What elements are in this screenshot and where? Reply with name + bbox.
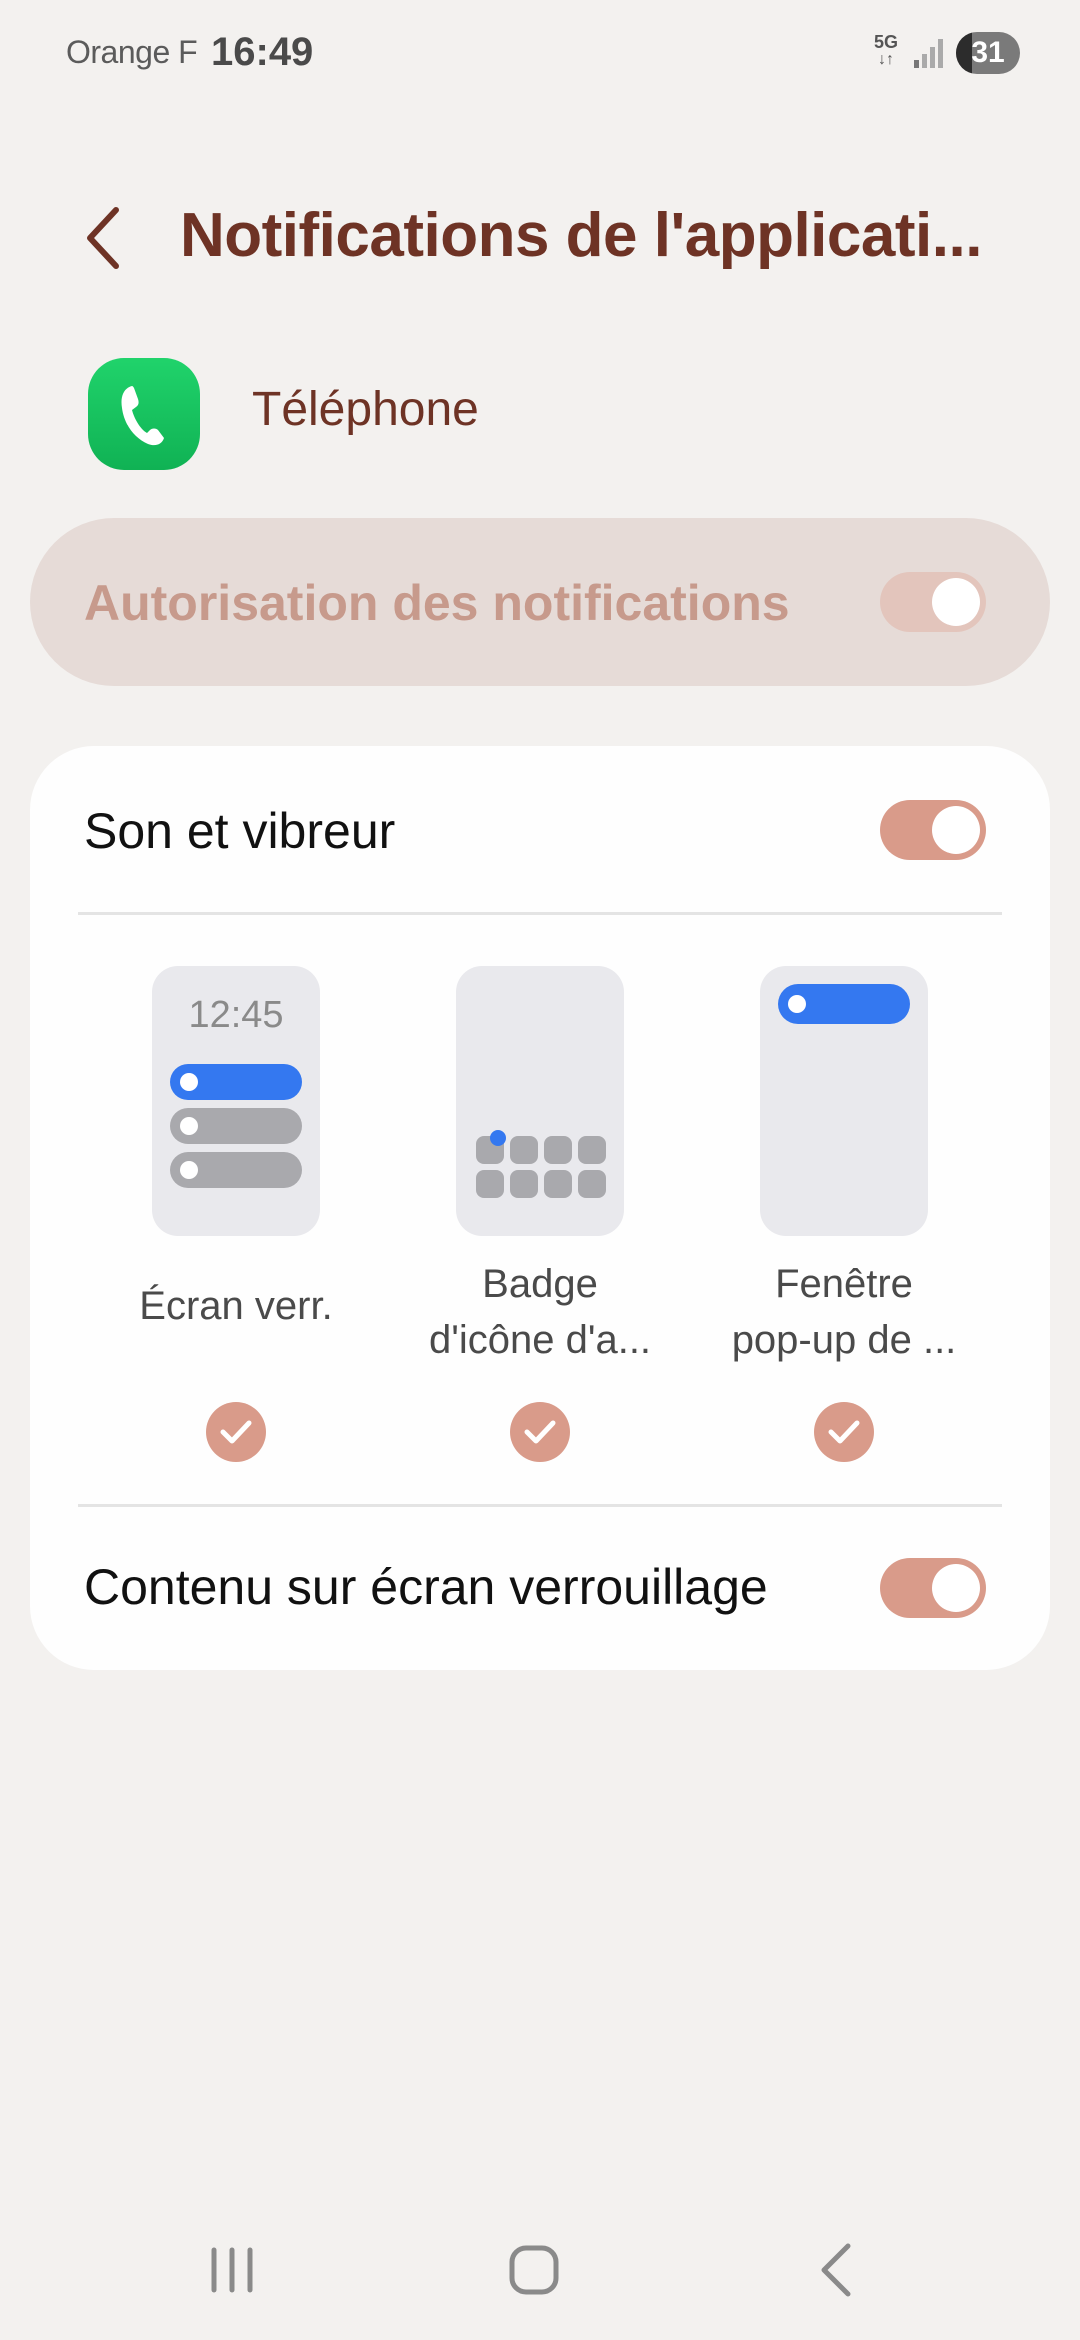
back-button[interactable] bbox=[70, 198, 140, 278]
sound-vibrate-label: Son et vibreur bbox=[84, 803, 396, 859]
option-label: Écran verr. bbox=[139, 1284, 333, 1328]
checkmark-icon bbox=[524, 1420, 556, 1444]
page-title: Notifications de l'applicati... bbox=[180, 201, 982, 270]
preview-time: 12:45 bbox=[188, 994, 284, 1036]
allow-notifications-row[interactable]: Autorisation des notifications bbox=[30, 518, 1050, 686]
divider bbox=[78, 912, 1002, 915]
lock-screen-content-toggle[interactable] bbox=[880, 1558, 986, 1618]
recents-button[interactable] bbox=[182, 2220, 282, 2320]
screen: Orange F 16:49 5G ↓↑ 31 Notifications de … bbox=[0, 0, 1080, 2340]
battery-level: 31 bbox=[971, 36, 1005, 69]
allow-notifications-label: Autorisation des notifications bbox=[84, 575, 790, 631]
app-name: Téléphone bbox=[252, 383, 479, 436]
preview-popup-bar bbox=[778, 984, 910, 1024]
preview-notification-bar bbox=[170, 1152, 302, 1188]
popup-preview bbox=[760, 966, 928, 1236]
preview-notification-bar bbox=[170, 1108, 302, 1144]
checkmark-icon bbox=[828, 1420, 860, 1444]
checkmark-icon bbox=[220, 1420, 252, 1444]
lock-screen-check[interactable] bbox=[206, 1402, 266, 1462]
badge-preview bbox=[456, 966, 624, 1236]
notification-settings-card: Son et vibreur 12:45 Écran verr. Badge d… bbox=[30, 746, 1050, 1670]
chevron-left-icon bbox=[87, 207, 119, 269]
allow-notifications-toggle[interactable] bbox=[880, 572, 986, 632]
phone-icon bbox=[121, 386, 164, 446]
option-label: Badge d'icône d'a... bbox=[428, 1262, 652, 1362]
divider bbox=[78, 1504, 1002, 1507]
carrier-name: Orange F bbox=[66, 34, 198, 70]
lock-screen-content-label: Contenu sur écran verrouillage bbox=[84, 1559, 768, 1615]
signal-icon bbox=[914, 39, 943, 68]
status-time: 16:49 bbox=[211, 30, 314, 74]
status-bar: Orange F 16:49 5G ↓↑ 31 bbox=[0, 0, 1080, 110]
battery-icon: 31 bbox=[956, 32, 1020, 74]
preview-notification-bar bbox=[170, 1064, 302, 1100]
toggle-knob bbox=[932, 806, 980, 854]
toggle-knob bbox=[932, 578, 980, 626]
badge-check[interactable] bbox=[510, 1402, 570, 1462]
phone-app-icon bbox=[88, 358, 200, 470]
option-label: Fenêtre pop-up de ... bbox=[731, 1262, 957, 1362]
toggle-knob bbox=[932, 1564, 980, 1612]
sound-vibrate-toggle[interactable] bbox=[880, 800, 986, 860]
home-icon bbox=[509, 2245, 559, 2295]
badge-dot bbox=[490, 1130, 506, 1146]
lock-screen-preview: 12:45 bbox=[152, 966, 320, 1236]
recents-icon bbox=[211, 2247, 253, 2293]
back-icon bbox=[821, 2243, 851, 2297]
network-5g-icon: 5G ↓↑ bbox=[873, 32, 898, 68]
home-button[interactable] bbox=[484, 2220, 584, 2320]
nav-back-button[interactable] bbox=[788, 2220, 888, 2320]
popup-check[interactable] bbox=[814, 1402, 874, 1462]
navigation-bar bbox=[0, 2220, 1080, 2320]
